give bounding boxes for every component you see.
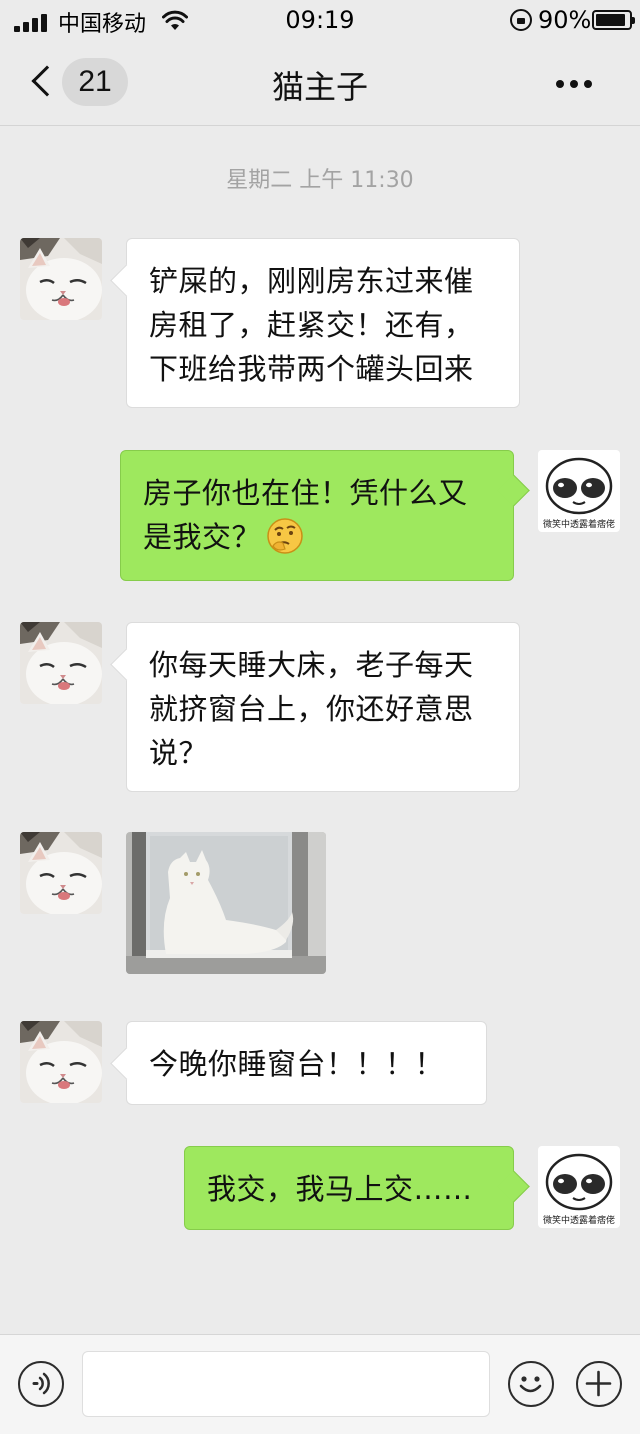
chat-input-bar: [0, 1334, 640, 1434]
battery-icon: [592, 10, 635, 30]
received-message-bubble[interactable]: 铲屎的，刚刚房东过来催房租了，赶紧交！还有，下班给我带两个罐头回来: [126, 238, 520, 408]
more-dot-icon: [570, 80, 578, 88]
cat-avatar[interactable]: [20, 832, 102, 914]
message-text: 铲屎的，刚刚房东过来催房租了，赶紧交！还有，下班给我带两个罐头回来: [149, 264, 474, 386]
chat-title: 猫主子: [271, 68, 368, 106]
meme-caption: 微笑中透露着痞佬: [543, 518, 615, 530]
cat-avatar[interactable]: [20, 238, 102, 320]
meme-caption: 微笑中透露着痞佬: [543, 1214, 615, 1226]
thinking-face-icon: [267, 518, 303, 554]
battery-percentage: 90%: [538, 6, 592, 34]
more-functions-button[interactable]: [576, 1361, 622, 1407]
cat-avatar[interactable]: [20, 1021, 102, 1103]
message-text: 今晚你睡窗台！！！！: [149, 1047, 445, 1081]
emoji-button[interactable]: [508, 1361, 554, 1407]
plus-icon: [585, 1370, 612, 1397]
more-dot-icon: [584, 80, 592, 88]
sent-message-bubble[interactable]: 我交，我马上交……: [184, 1146, 514, 1230]
cat-avatar[interactable]: [20, 622, 102, 704]
my-avatar[interactable]: 微笑中透露着痞佬: [538, 450, 620, 532]
voice-input-button[interactable]: [18, 1361, 64, 1407]
message-text: 你每天睡大床，老子每天就挤窗台上，你还好意思说？: [149, 648, 474, 770]
message-text: 房子你也在住！凭什么又是我交？: [143, 471, 493, 559]
chat-header: 21 猫主子: [0, 42, 640, 126]
message-timestamp: 星期二 上午 11:30: [226, 168, 414, 193]
my-avatar[interactable]: 微笑中透露着痞佬: [538, 1146, 620, 1228]
received-message-bubble[interactable]: 你每天睡大床，老子每天就挤窗台上，你还好意思说？: [126, 622, 520, 792]
voice-icon: [32, 1372, 50, 1395]
message-input[interactable]: [82, 1351, 490, 1417]
rotation-lock-icon: [510, 9, 532, 31]
message-text-content: 房子你也在住！凭什么又是我交？: [143, 476, 468, 554]
received-message-bubble[interactable]: 今晚你睡窗台！！！！: [126, 1021, 487, 1105]
sent-message-bubble[interactable]: 房子你也在住！凭什么又是我交？: [120, 450, 514, 581]
message-text: 我交，我马上交……: [207, 1172, 473, 1206]
smiley-icon: [519, 1376, 542, 1393]
more-options-button[interactable]: [548, 64, 600, 104]
status-bar: 中国移动 09:19 90%: [0, 0, 640, 42]
more-dot-icon: [556, 80, 564, 88]
battery-level-fill: [596, 14, 625, 26]
cat-on-windowsill-photo[interactable]: [126, 832, 326, 974]
